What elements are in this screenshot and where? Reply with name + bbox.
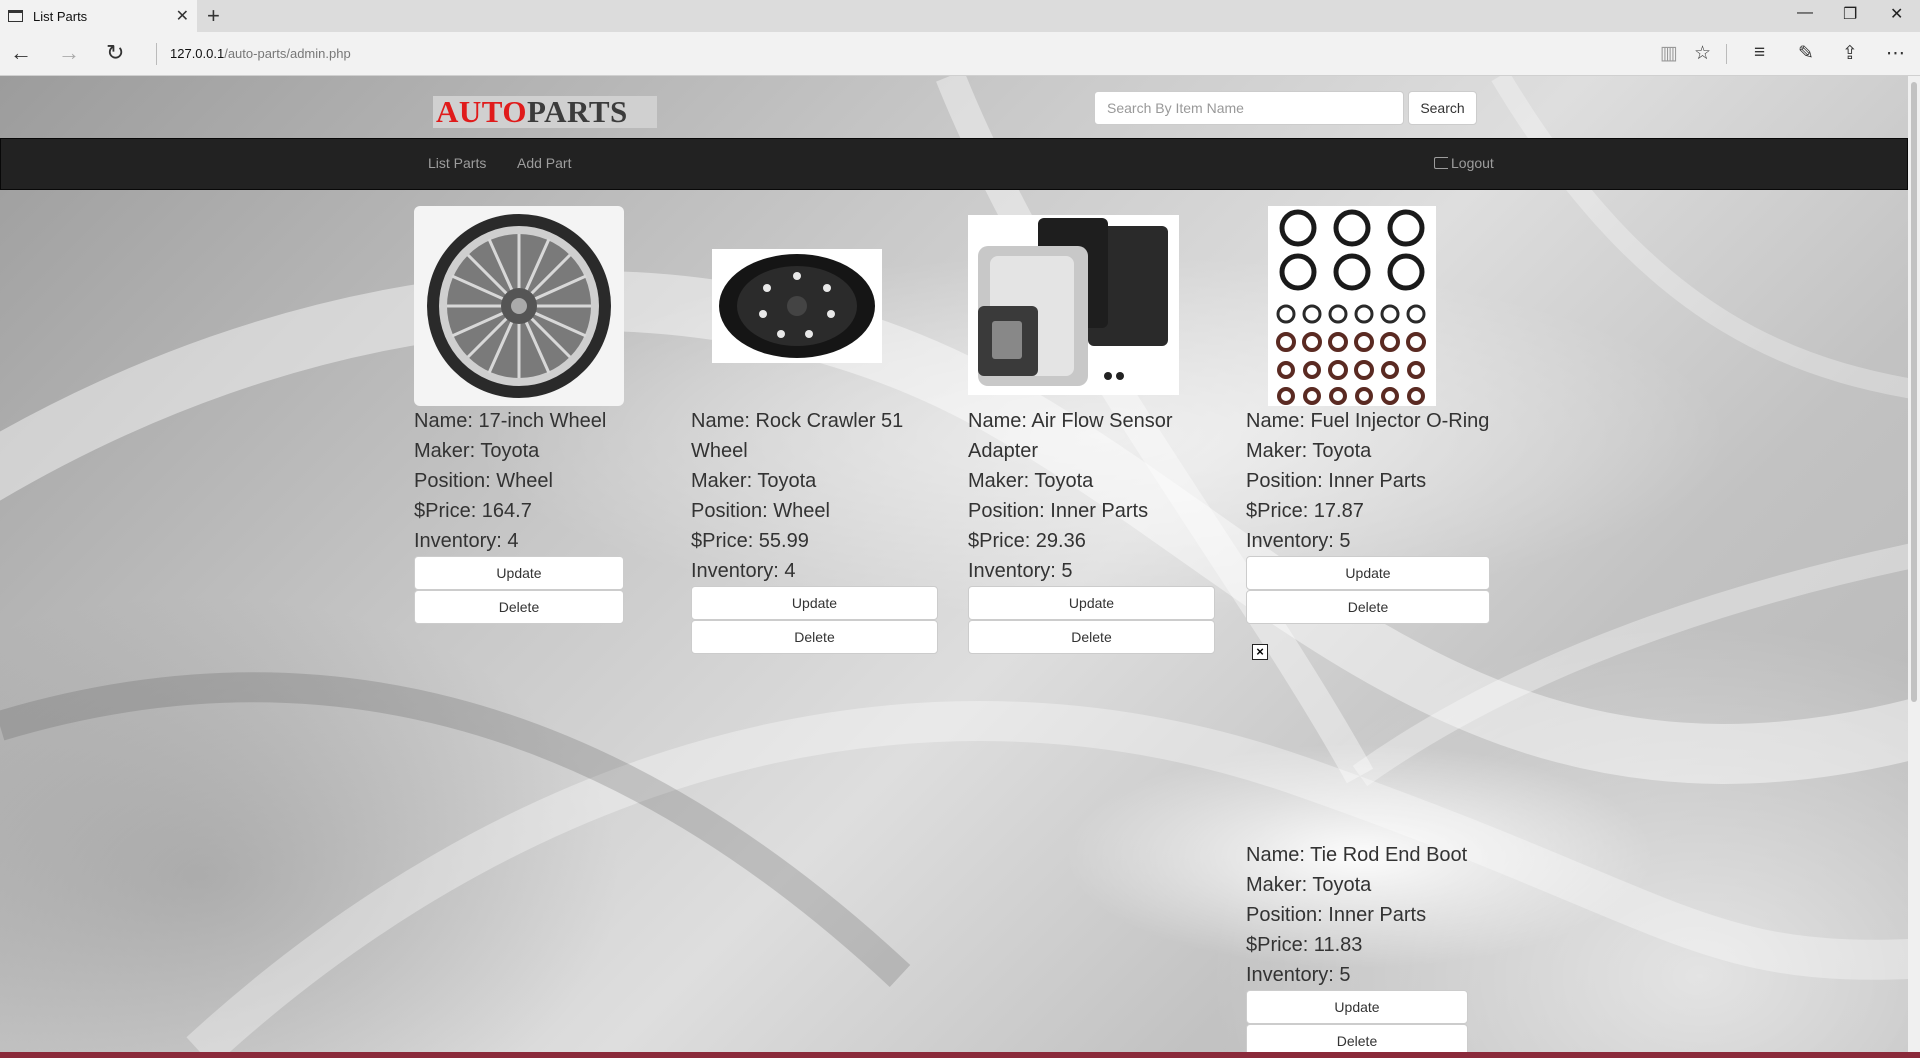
part-maker: Maker: Toyota	[691, 470, 817, 492]
url-host: 127.0.0.1	[170, 46, 225, 61]
steel-wheel-image	[712, 249, 882, 363]
page-scrollbar[interactable]	[1908, 76, 1920, 1052]
update-button[interactable]: Update	[1246, 556, 1490, 590]
logout-link[interactable]: Logout	[1434, 155, 1494, 171]
search-input[interactable]	[1094, 91, 1404, 125]
main-navbar: List Parts Add Part Logout	[0, 138, 1908, 190]
part-maker: Maker: Toyota	[968, 470, 1094, 492]
restore-icon[interactable]: ❐	[1843, 4, 1857, 24]
refresh-icon[interactable]: ↻	[106, 41, 124, 65]
url-divider	[156, 43, 157, 65]
part-position: Position: Inner Parts	[968, 500, 1149, 522]
part-price: $Price: 11.83	[1246, 934, 1363, 956]
air-flow-adapter-image	[968, 215, 1179, 395]
favorite-star-icon[interactable]: ☆	[1694, 42, 1711, 65]
alloy-wheel-image	[414, 206, 624, 406]
url-path: /auto-parts/admin.php	[224, 46, 351, 61]
toolbar-divider	[1726, 44, 1727, 64]
minimize-icon[interactable]: —	[1797, 4, 1813, 22]
forward-icon[interactable]: →	[58, 41, 80, 65]
part-name: Name: Air Flow Sensor Adapter	[968, 410, 1173, 462]
os-taskbar	[0, 1052, 1920, 1058]
logo-parts-text: PARTS	[527, 94, 628, 129]
part-inventory: Inventory: 4	[414, 530, 519, 552]
delete-button[interactable]: Delete	[1246, 1024, 1468, 1052]
part-image-fuel-injector-o-ring	[1246, 206, 1490, 406]
update-button[interactable]: Update	[968, 586, 1215, 620]
broken-image-icon: ×	[1252, 644, 1268, 660]
scroll-thumb[interactable]	[1911, 82, 1917, 702]
logout-icon	[1434, 157, 1448, 169]
back-icon[interactable]: ←	[10, 41, 32, 65]
tab-title: List Parts	[33, 8, 88, 24]
part-image-17-inch-wheel	[414, 206, 624, 406]
part-inventory: Inventory: 5	[968, 560, 1073, 582]
part-price: $Price: 29.36	[968, 530, 1086, 552]
web-note-icon[interactable]: ✎	[1798, 42, 1814, 65]
delete-button[interactable]: Delete	[691, 620, 938, 654]
o-ring-set-image	[1268, 206, 1436, 406]
part-position: Position: Wheel	[691, 500, 830, 522]
logo-auto-text: AUTO	[436, 94, 528, 129]
part-name: Name: Rock Crawler 51 Wheel	[691, 410, 904, 462]
part-price: $Price: 17.87	[1246, 500, 1364, 522]
part-maker: Maker: Toyota	[1246, 440, 1372, 462]
part-maker: Maker: Toyota	[414, 440, 540, 462]
part-price: $Price: 164.7	[414, 500, 532, 522]
reading-view-icon[interactable]: ▥	[1660, 42, 1678, 65]
delete-button[interactable]: Delete	[968, 620, 1215, 654]
new-tab-icon[interactable]: +	[207, 3, 220, 29]
page-viewport: AUTOPARTS Search List Parts Add Part Log…	[0, 76, 1908, 1052]
part-position: Position: Inner Parts	[1246, 904, 1427, 926]
more-icon[interactable]: ⋯	[1886, 42, 1905, 65]
part-name: Name: Fuel Injector O-Ring	[1246, 410, 1490, 432]
part-maker: Maker: Toyota	[1246, 874, 1372, 896]
part-card: Name: Fuel Injector O-Ring Maker: Toyota…	[1246, 206, 1490, 624]
browser-tab-bar: List Parts ✕ + — ❐ ✕	[0, 0, 1920, 32]
update-button[interactable]: Update	[691, 586, 938, 620]
part-inventory: Inventory: 4	[691, 560, 796, 582]
close-tab-icon[interactable]: ✕	[176, 6, 189, 26]
address-bar: ← → ↻ 127.0.0.1/auto-parts/admin.php ▥ ☆…	[0, 32, 1920, 76]
close-window-icon[interactable]: ✕	[1890, 4, 1903, 24]
part-image-rock-crawler-wheel	[691, 206, 938, 406]
browser-tab[interactable]: List Parts ✕	[0, 0, 197, 32]
nav-list-parts[interactable]: List Parts	[428, 155, 486, 171]
part-position: Position: Wheel	[414, 470, 553, 492]
update-button[interactable]: Update	[1246, 990, 1468, 1024]
logout-label: Logout	[1451, 155, 1494, 171]
background-swirl	[0, 76, 1908, 1052]
part-card: Name: Air Flow Sensor Adapter Maker: Toy…	[968, 206, 1215, 654]
page-icon	[8, 10, 23, 22]
part-card: × Name: Tie Rod End Boot Maker: Toyota P…	[1246, 640, 1468, 1052]
delete-button[interactable]: Delete	[1246, 590, 1490, 624]
nav-add-part[interactable]: Add Part	[517, 155, 571, 171]
update-button[interactable]: Update	[414, 556, 624, 590]
hub-icon[interactable]: ≡	[1754, 42, 1765, 64]
part-inventory: Inventory: 5	[1246, 530, 1351, 552]
part-card: Name: 17-inch Wheel Maker: Toyota Positi…	[414, 206, 624, 624]
part-image-tie-rod-end-boot: ×	[1246, 640, 1468, 840]
delete-button[interactable]: Delete	[414, 590, 624, 624]
part-inventory: Inventory: 5	[1246, 964, 1351, 986]
part-image-air-flow-adapter	[968, 206, 1215, 406]
share-icon[interactable]: ⇪	[1842, 42, 1858, 65]
url-field[interactable]: 127.0.0.1/auto-parts/admin.php	[170, 46, 351, 61]
site-logo[interactable]: AUTOPARTS	[433, 96, 657, 128]
part-name: Name: Tie Rod End Boot	[1246, 844, 1468, 866]
part-name: Name: 17-inch Wheel	[414, 410, 607, 432]
part-price: $Price: 55.99	[691, 530, 809, 552]
part-card: Name: Rock Crawler 51 Wheel Maker: Toyot…	[691, 206, 938, 654]
part-position: Position: Inner Parts	[1246, 470, 1427, 492]
search-button[interactable]: Search	[1408, 91, 1477, 125]
